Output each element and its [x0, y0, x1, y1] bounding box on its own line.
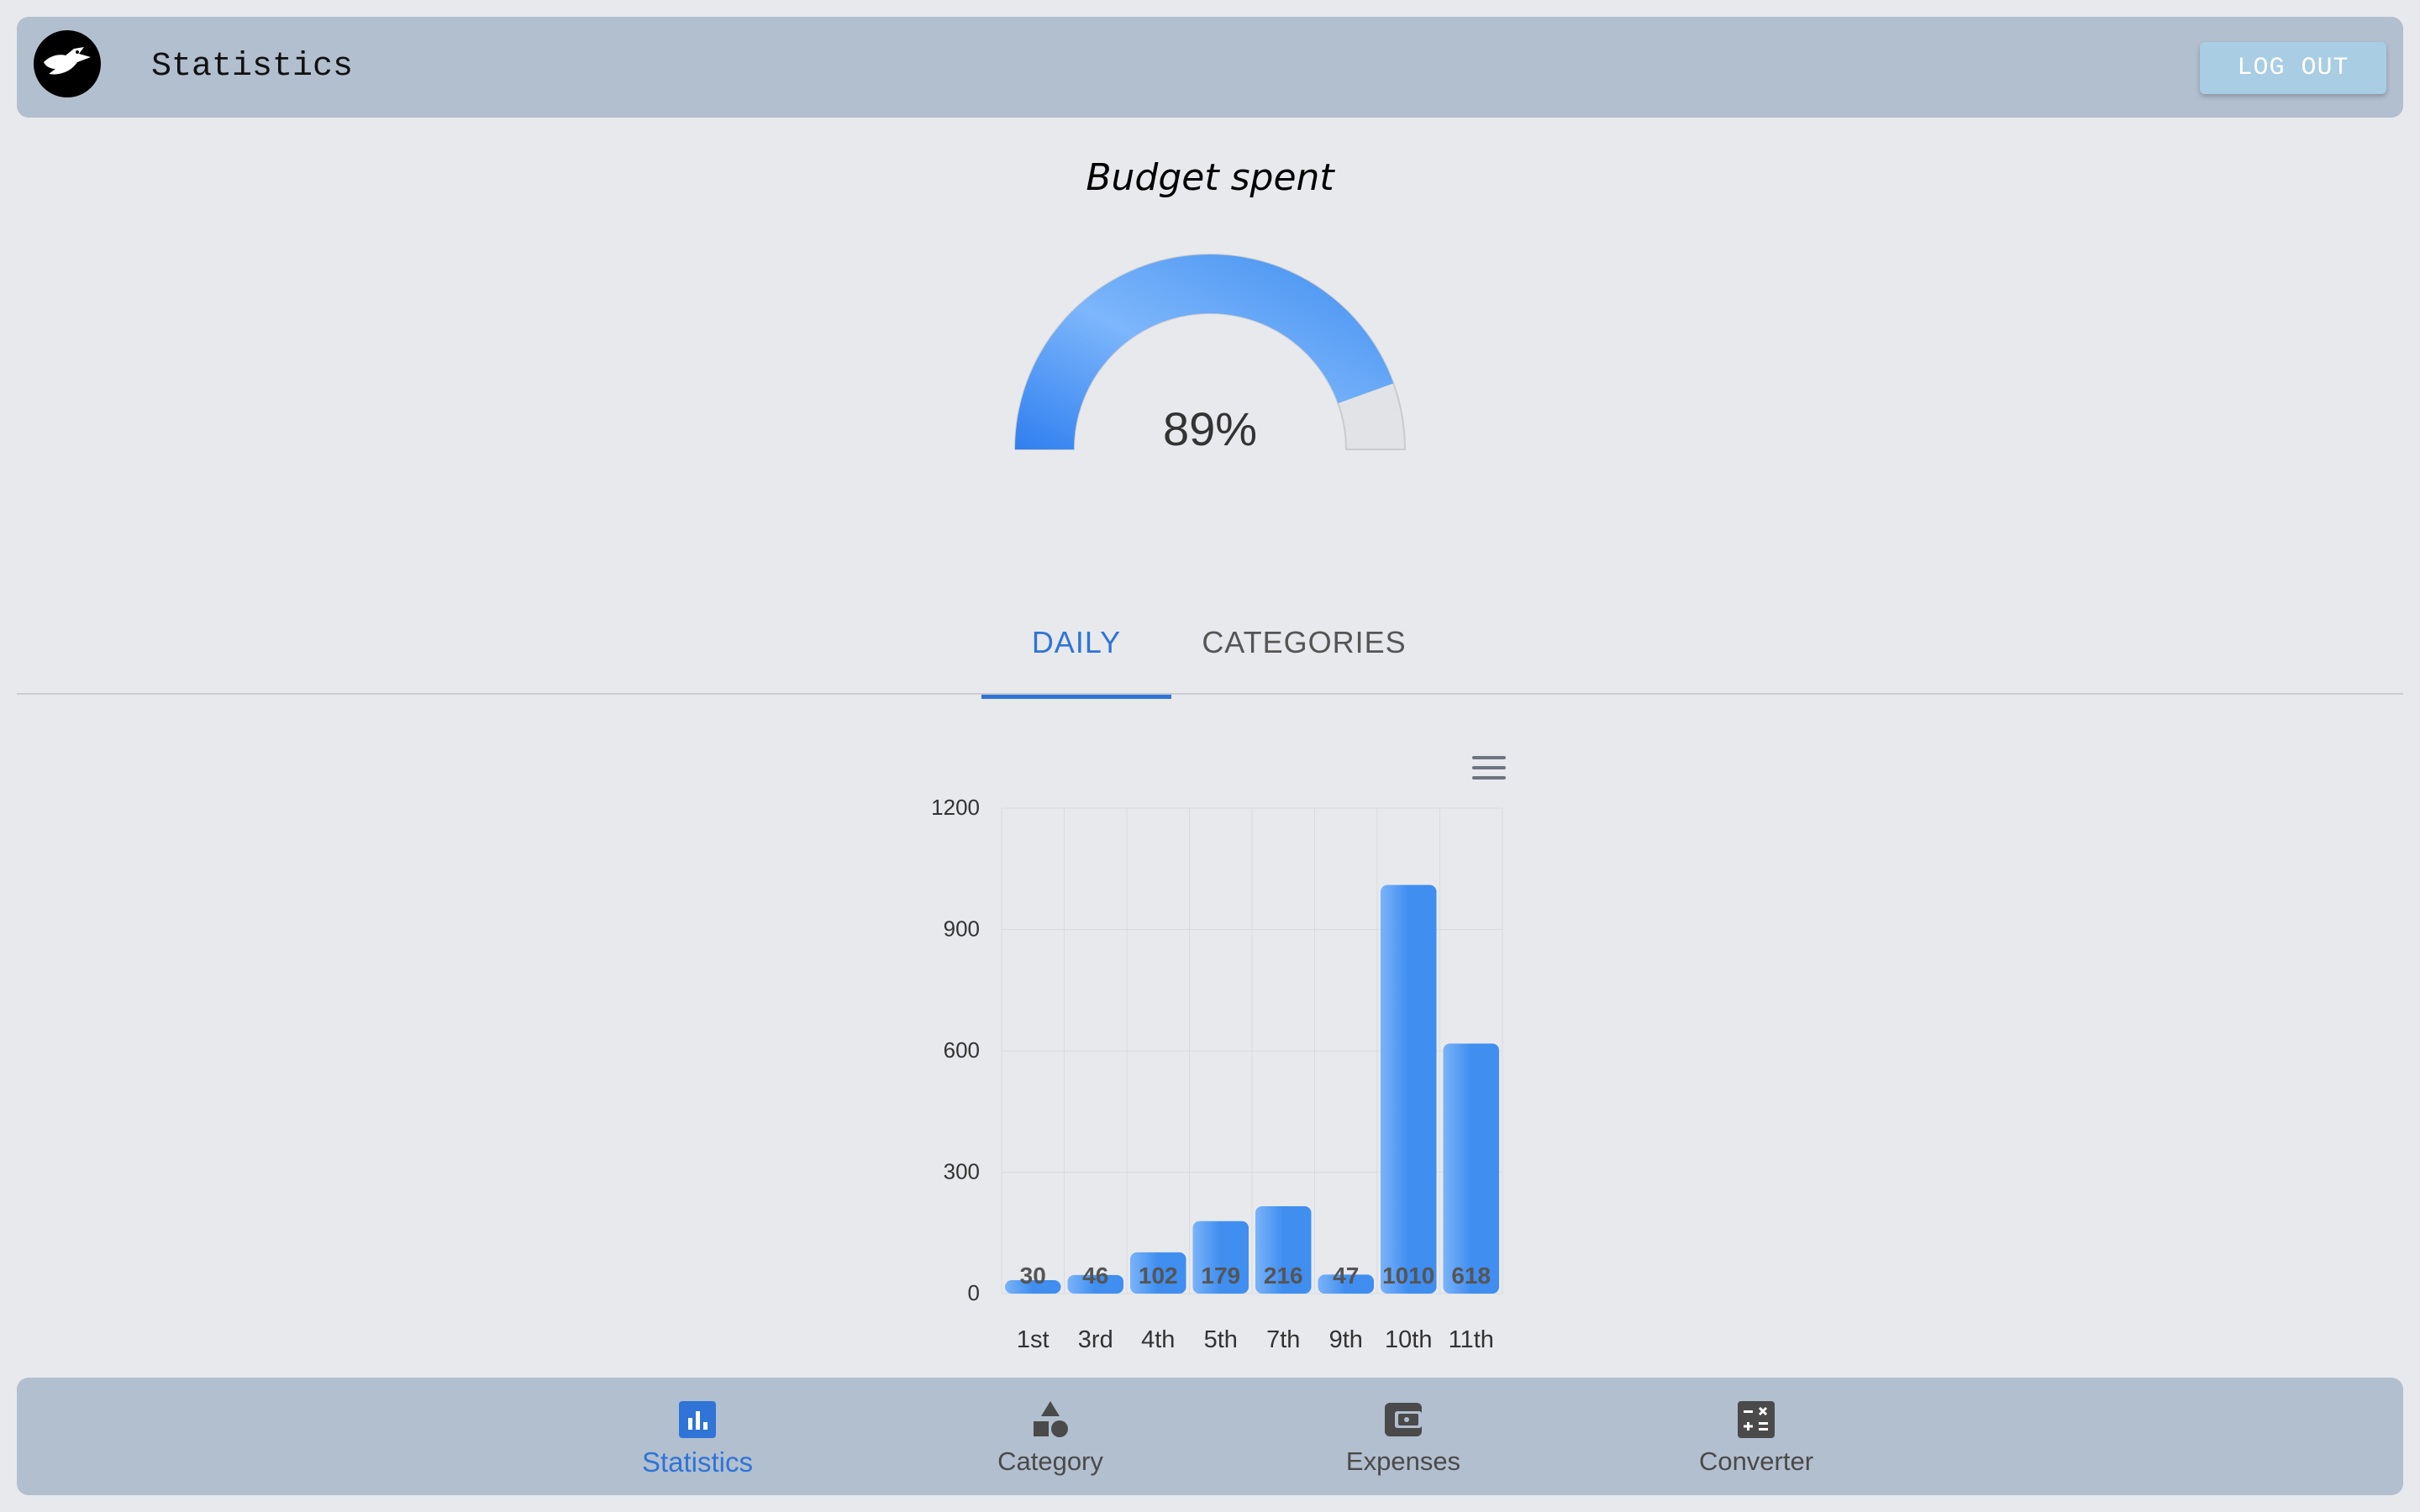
page-title: Statistics: [151, 48, 354, 86]
bar-value-label: 47: [1333, 1263, 1359, 1289]
x-tick-label: 11th: [1449, 1326, 1494, 1353]
nav-item-statistics[interactable]: Statistics: [597, 1378, 798, 1495]
app-logo-icon: [34, 30, 101, 97]
y-tick-label: 300: [944, 1159, 980, 1184]
y-tick-label: 600: [944, 1037, 980, 1063]
bar[interactable]: [1443, 1043, 1500, 1294]
bar-value-label: 102: [1139, 1263, 1178, 1289]
gauge-title: Budget spent: [1086, 156, 1334, 199]
wallet-icon: [1383, 1399, 1423, 1440]
nav-label-category: Category: [997, 1446, 1103, 1476]
tab-categories[interactable]: CATEGORIES: [1192, 617, 1417, 695]
x-tick-label: 9th: [1329, 1326, 1363, 1353]
logout-button[interactable]: LOG OUT: [2200, 42, 2386, 94]
bar-value-label: 216: [1264, 1263, 1303, 1289]
y-tick-label: 900: [944, 916, 980, 942]
bar-value-label: 618: [1451, 1263, 1491, 1289]
bar-value-label: 1010: [1382, 1263, 1434, 1289]
calculator-icon: [1736, 1399, 1776, 1440]
bar-value-label: 46: [1082, 1263, 1108, 1289]
x-tick-label: 1st: [1017, 1326, 1050, 1353]
bar-value-label: 179: [1201, 1263, 1240, 1289]
shapes-icon: [1030, 1399, 1071, 1440]
nav-item-category[interactable]: Category: [950, 1378, 1151, 1495]
bar-value-label: 30: [1020, 1263, 1046, 1289]
bar-chart-icon: [677, 1399, 718, 1440]
gauge-value: 89%: [1162, 402, 1258, 455]
daily-bar-chart: 0 300 600 900 1200 30 1st 46 3rd 102 4th 179 5th 216 7…: [908, 739, 1546, 1378]
y-tick-label: 0: [968, 1280, 980, 1305]
x-tick-label: 3rd: [1078, 1326, 1113, 1353]
tabs-divider: [17, 693, 2403, 695]
chart-menu-icon[interactable]: [1472, 756, 1506, 785]
nav-label-converter: Converter: [1698, 1446, 1814, 1476]
nav-label-expenses: Expenses: [1345, 1446, 1461, 1476]
x-tick-label: 7th: [1266, 1326, 1300, 1353]
nav-item-expenses[interactable]: Expenses: [1302, 1378, 1504, 1495]
nav-label-statistics: Statistics: [641, 1446, 754, 1478]
top-app-bar: Statistics LOG OUT: [17, 17, 2403, 118]
x-tick-label: 10th: [1385, 1326, 1432, 1353]
x-tick-label: 4th: [1141, 1326, 1175, 1353]
x-tick-label: 5th: [1204, 1326, 1238, 1353]
y-tick-label: 1200: [931, 795, 980, 820]
nav-item-converter[interactable]: Converter: [1655, 1378, 1857, 1495]
tab-daily[interactable]: DAILY: [981, 617, 1171, 699]
bar[interactable]: [1381, 885, 1437, 1294]
bottom-navigation: Statistics Category Expenses Converter: [17, 1378, 2403, 1495]
